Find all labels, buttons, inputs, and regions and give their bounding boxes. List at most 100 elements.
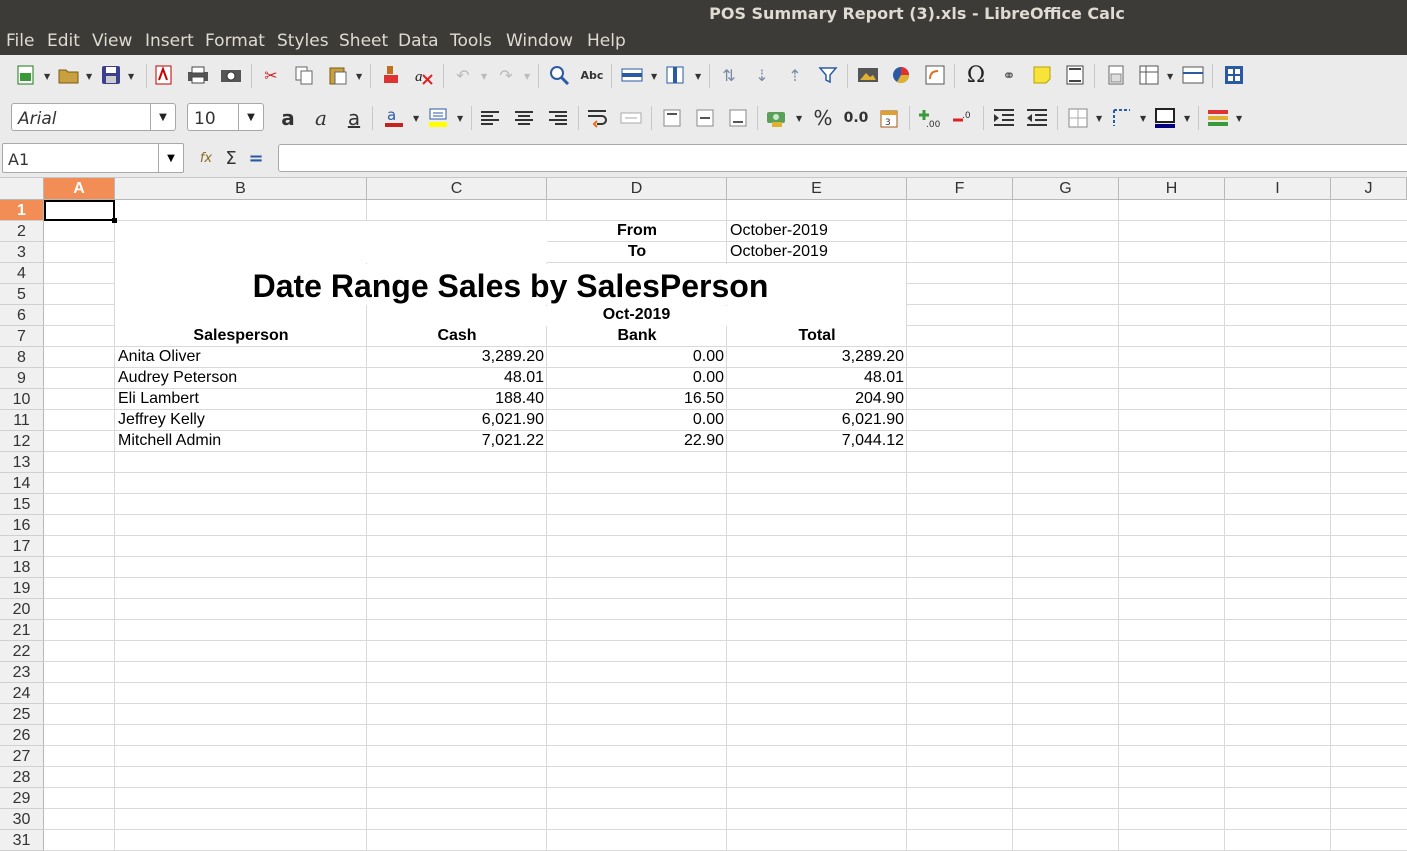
row-header[interactable]: 12 — [0, 431, 44, 452]
chevron-down-icon[interactable]: ▼ — [1184, 114, 1190, 123]
name-box[interactable]: A1 ▼ — [2, 143, 184, 173]
row-header[interactable]: 27 — [0, 746, 44, 767]
decrease-indent-icon[interactable] — [1026, 107, 1048, 129]
undo-icon[interactable]: ↶ — [452, 64, 474, 86]
align-top-icon[interactable] — [661, 107, 683, 129]
column-header-i[interactable]: I — [1225, 178, 1331, 200]
row-header[interactable]: 1 — [0, 200, 44, 221]
row-header[interactable]: 11 — [0, 410, 44, 431]
print-preview-icon[interactable] — [220, 64, 242, 86]
new-document-icon[interactable] — [15, 64, 37, 86]
row-header[interactable]: 8 — [0, 347, 44, 368]
percent-format-icon[interactable]: % — [812, 106, 834, 130]
print-icon[interactable] — [187, 64, 209, 86]
column-icon[interactable] — [665, 64, 687, 86]
split-window-icon[interactable] — [1182, 64, 1204, 86]
menu-insert[interactable]: Insert — [145, 31, 194, 51]
spellcheck-icon[interactable]: Abc — [581, 64, 604, 86]
column-header-c[interactable]: C — [367, 178, 547, 200]
menu-sheet[interactable]: Sheet — [339, 31, 388, 51]
insert-chart-icon[interactable] — [890, 64, 912, 86]
column-header-d[interactable]: D — [547, 178, 727, 200]
chevron-down-icon[interactable]: ▼ — [356, 72, 362, 81]
row-header[interactable]: 4 — [0, 263, 44, 284]
chevron-down-icon[interactable]: ▼ — [128, 72, 134, 81]
merge-cells-icon[interactable] — [620, 107, 642, 129]
increase-indent-icon[interactable] — [993, 107, 1015, 129]
background-color-icon[interactable] — [427, 106, 449, 128]
sort-ascending-icon[interactable]: ⇣ — [751, 64, 773, 86]
hyperlink-icon[interactable]: ⚭ — [998, 64, 1020, 86]
function-wizard-icon[interactable]: fx — [195, 147, 217, 169]
borders-icon[interactable] — [1067, 107, 1089, 129]
open-folder-icon[interactable] — [58, 64, 80, 86]
cut-icon[interactable]: ✂ — [260, 64, 282, 86]
row-header[interactable]: 30 — [0, 809, 44, 830]
comment-icon[interactable] — [1031, 64, 1053, 86]
border-color-icon[interactable] — [1154, 107, 1176, 129]
chevron-down-icon[interactable]: ▼ — [158, 144, 183, 172]
underline-icon[interactable]: a — [343, 106, 365, 130]
row-header[interactable]: 29 — [0, 788, 44, 809]
chevron-down-icon[interactable]: ▼ — [457, 114, 463, 123]
row-header[interactable]: 3 — [0, 242, 44, 263]
row-header[interactable]: 10 — [0, 389, 44, 410]
copy-icon[interactable] — [293, 64, 315, 86]
row-header[interactable]: 25 — [0, 704, 44, 725]
chevron-down-icon[interactable]: ▼ — [86, 72, 92, 81]
menu-format[interactable]: Format — [205, 31, 265, 51]
row-header[interactable]: 21 — [0, 620, 44, 641]
conditional-format-icon[interactable] — [1207, 107, 1229, 129]
paste-icon[interactable] — [327, 64, 349, 86]
special-character-icon[interactable]: Ω — [965, 63, 987, 88]
currency-format-icon[interactable] — [766, 107, 788, 129]
chevron-down-icon[interactable]: ▼ — [150, 104, 175, 130]
row-header[interactable]: 20 — [0, 599, 44, 620]
row-header[interactable]: 7 — [0, 326, 44, 347]
column-header-a[interactable]: A — [44, 178, 115, 200]
chevron-down-icon[interactable]: ▼ — [1096, 114, 1102, 123]
column-header-h[interactable]: H — [1119, 178, 1225, 200]
show-draw-functions-icon[interactable] — [1223, 64, 1245, 86]
chevron-down-icon[interactable]: ▼ — [1140, 114, 1146, 123]
formula-icon[interactable]: = — [245, 147, 267, 169]
clear-formatting-icon[interactable]: a — [413, 64, 435, 86]
center-vertically-icon[interactable] — [694, 107, 716, 129]
delete-decimal-place-icon[interactable]: .0 — [952, 107, 974, 129]
row-header[interactable]: 2 — [0, 221, 44, 242]
align-center-icon[interactable] — [513, 107, 535, 129]
row-header[interactable]: 13 — [0, 452, 44, 473]
row-header[interactable]: 22 — [0, 641, 44, 662]
row-header[interactable]: 18 — [0, 557, 44, 578]
menu-edit[interactable]: Edit — [47, 31, 80, 51]
freeze-rows-columns-icon[interactable] — [1138, 64, 1160, 86]
wrap-text-icon[interactable] — [587, 107, 609, 129]
chevron-down-icon[interactable]: ▼ — [695, 72, 701, 81]
border-style-icon[interactable] — [1111, 107, 1133, 129]
chevron-down-icon[interactable]: ▼ — [796, 114, 802, 123]
column-header-g[interactable]: G — [1013, 178, 1119, 200]
row-header[interactable]: 26 — [0, 725, 44, 746]
align-left-icon[interactable] — [479, 107, 501, 129]
export-pdf-icon[interactable] — [153, 64, 175, 86]
column-header-j[interactable]: J — [1331, 178, 1407, 200]
font-size-combo[interactable]: 10 ▼ — [187, 103, 264, 131]
row-header[interactable]: 6 — [0, 305, 44, 326]
add-decimal-place-icon[interactable]: .00 — [918, 107, 940, 129]
define-print-area-icon[interactable] — [1105, 64, 1127, 86]
autofilter-icon[interactable] — [817, 64, 839, 86]
pivot-table-icon[interactable] — [924, 64, 946, 86]
chevron-down-icon[interactable]: ▼ — [481, 72, 487, 81]
font-color-icon[interactable]: a — [383, 106, 405, 128]
align-bottom-icon[interactable] — [727, 107, 749, 129]
row-header[interactable]: 9 — [0, 368, 44, 389]
row-header[interactable]: 15 — [0, 494, 44, 515]
headers-footers-icon[interactable] — [1064, 64, 1086, 86]
chevron-down-icon[interactable]: ▼ — [524, 72, 530, 81]
italic-icon[interactable]: a — [310, 106, 332, 130]
sort-descending-icon[interactable]: ⇡ — [784, 64, 806, 86]
column-header-b[interactable]: B — [115, 178, 367, 200]
row-header[interactable]: 28 — [0, 767, 44, 788]
cell-cursor[interactable] — [44, 200, 117, 223]
redo-icon[interactable]: ↷ — [495, 64, 517, 86]
